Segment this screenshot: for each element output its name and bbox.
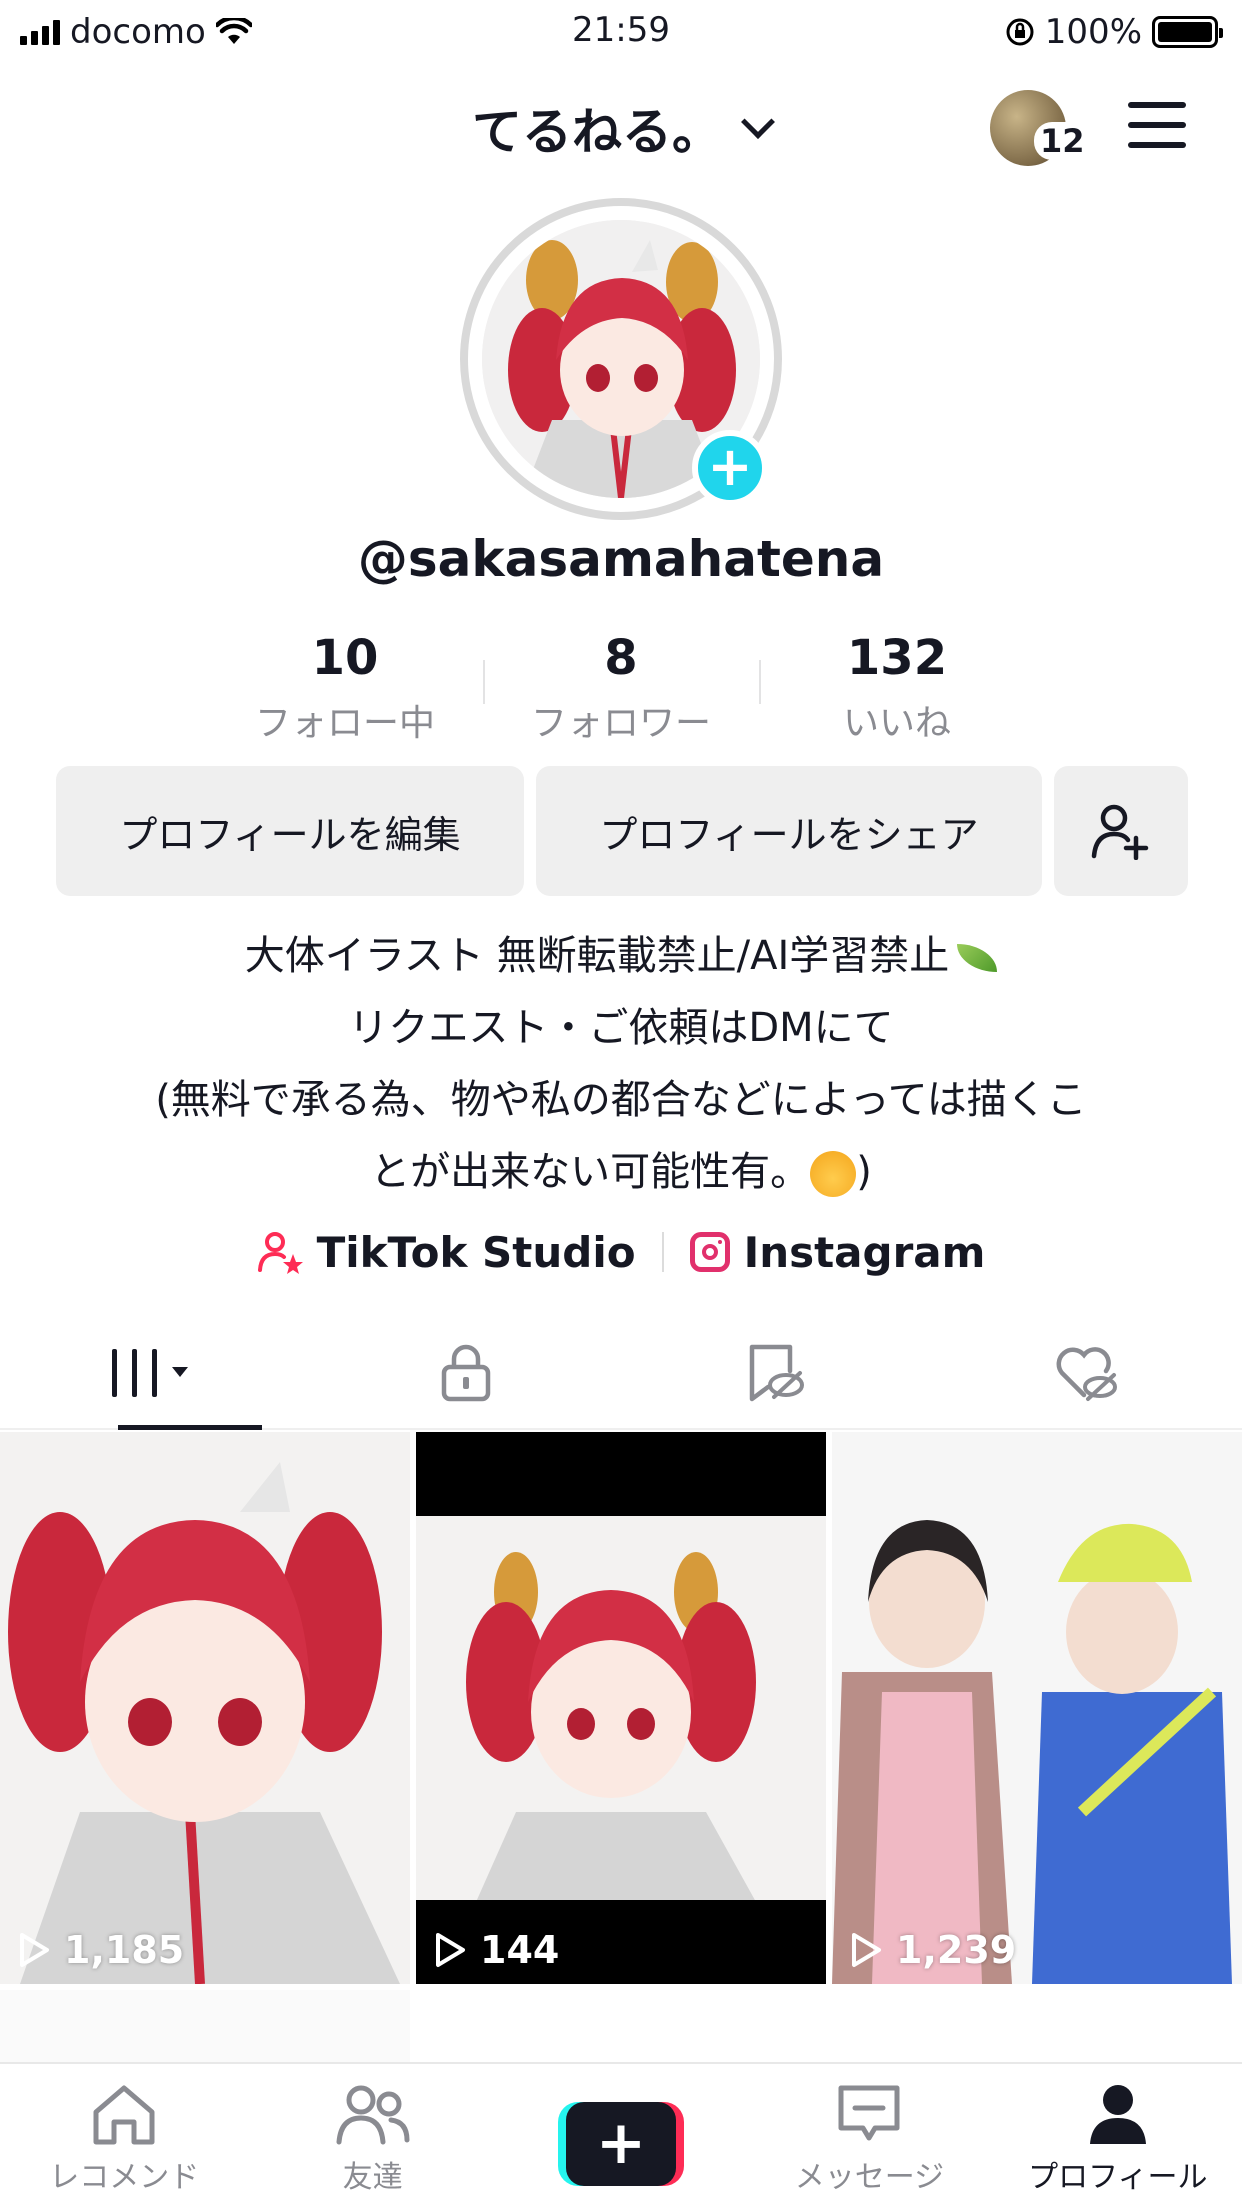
play-icon	[852, 1933, 881, 1967]
nav-profile-label: プロフィール	[1028, 2160, 1208, 2195]
profile-stats: 10 フォロー中 8 フォロワー 132 いいね	[207, 630, 1035, 744]
leaf-emoji-icon	[957, 944, 998, 972]
play-icon	[20, 1933, 49, 1967]
nav-create[interactable]: +	[497, 2064, 745, 2208]
view-count: 1,185	[18, 1928, 184, 1972]
bio-line-1: 大体イラスト 無断転載禁止/AI学習禁止	[60, 920, 1182, 992]
person-star-icon	[257, 1232, 303, 1274]
username: @sakasamahatena	[357, 530, 885, 588]
video-thumbnail-1-art	[0, 1432, 410, 1984]
profile-bio: 大体イラスト 無断転載禁止/AI学習禁止 リクエスト・ご依頼はDMにて (無料で…	[60, 920, 1182, 1208]
tab-private[interactable]	[311, 1318, 622, 1428]
bowing-person-emoji-icon	[810, 1151, 857, 1197]
profile-header: てるねる。 12	[0, 70, 1242, 180]
view-count-label: 1,239	[896, 1928, 1017, 1972]
stat-following[interactable]: 10 フォロー中	[207, 630, 483, 744]
stat-followers-count: 8	[604, 630, 638, 686]
nav-friends-label: 友達	[342, 2160, 403, 2195]
bio-text-1: 大体イラスト 無断転載禁止/AI学習禁止	[244, 933, 950, 979]
video-thumbnail[interactable]: 1,239	[832, 1432, 1242, 1984]
status-right: 100%	[1005, 12, 1223, 52]
add-friend-button[interactable]	[1054, 766, 1188, 896]
video-thumbnail-partial[interactable]	[0, 1990, 410, 2062]
orientation-lock-icon	[1006, 18, 1034, 46]
profile-icon	[1089, 2085, 1146, 2144]
profile-links: TikTok Studio Instagram	[0, 1222, 1242, 1282]
instagram-label: Instagram	[743, 1227, 986, 1277]
nav-messages-label: メッセージ	[794, 2160, 945, 2195]
battery-icon	[1152, 16, 1223, 48]
chevron-down-icon	[741, 105, 775, 139]
video-thumbnail[interactable]: 144	[416, 1432, 826, 1984]
profile-tabs	[0, 1318, 1242, 1430]
add-avatar-button[interactable]: +	[692, 430, 768, 506]
bio-text-4: とが出来ない可能性有。	[370, 1149, 811, 1195]
stat-likes-label: いいね	[842, 703, 951, 744]
link-divider	[661, 1232, 664, 1272]
status-bar: docomo 21:59 100%	[0, 0, 1242, 64]
nav-messages[interactable]: メッセージ	[745, 2064, 993, 2208]
letterbox-top	[416, 1432, 826, 1516]
add-person-icon	[1091, 804, 1149, 860]
bottom-nav: レコメンド 友達 + メッセージ プロフィール	[0, 2062, 1242, 2208]
tiktok-studio-label: TikTok Studio	[316, 1227, 636, 1277]
edit-profile-button[interactable]: プロフィールを編集	[56, 766, 524, 896]
hidden-icon	[750, 1344, 805, 1402]
message-icon	[838, 2085, 900, 2141]
nav-home-label: レコメンド	[49, 2160, 200, 2195]
nav-profile[interactable]: プロフィール	[994, 2064, 1242, 2208]
grid-icon	[112, 1349, 189, 1397]
nav-home[interactable]: レコメンド	[0, 2064, 248, 2208]
play-icon	[436, 1933, 465, 1967]
stat-followers-label: フォロワー	[530, 703, 711, 744]
view-count: 1,239	[850, 1928, 1016, 1972]
stat-followers[interactable]: 8 フォロワー	[483, 630, 759, 744]
tab-videos[interactable]	[0, 1318, 311, 1430]
bio-tail: )	[856, 1149, 872, 1195]
menu-icon[interactable]	[1128, 102, 1186, 148]
notification-badge: 12	[1034, 122, 1091, 160]
stat-likes[interactable]: 132 いいね	[759, 630, 1035, 744]
share-profile-button[interactable]: プロフィールをシェア	[536, 766, 1042, 896]
view-count-label: 1,185	[64, 1928, 185, 1972]
stat-likes-count: 132	[846, 630, 948, 686]
video-thumbnail[interactable]: 1,185	[0, 1432, 410, 1984]
tab-liked[interactable]	[932, 1318, 1242, 1428]
stat-following-count: 10	[311, 630, 379, 686]
header-title: てるねる。	[472, 103, 722, 161]
home-icon	[93, 2085, 155, 2145]
bio-line-4: とが出来ない可能性有。)	[60, 1136, 1182, 1208]
bio-line-3: (無料で承る為、物や私の都合などによっては描くこ	[155, 1077, 1087, 1123]
view-count: 144	[434, 1928, 559, 1972]
video-thumbnail-3-art	[832, 1432, 1242, 1984]
tiktok-studio-link[interactable]: TikTok Studio	[257, 1228, 636, 1277]
instagram-link[interactable]: Instagram	[689, 1227, 986, 1277]
view-count-label: 144	[480, 1928, 560, 1972]
battery-label: 100%	[1044, 12, 1142, 52]
tab-hidden[interactable]	[621, 1318, 932, 1428]
lock-icon	[441, 1344, 490, 1402]
instagram-icon	[689, 1232, 730, 1272]
video-grid: 1,185 144 1,239	[0, 1432, 1242, 1984]
stat-following-label: フォロー中	[254, 703, 435, 744]
plus-icon: +	[566, 2102, 677, 2186]
create-button[interactable]: +	[558, 2102, 685, 2186]
heart-hidden-icon	[1056, 1347, 1117, 1401]
friends-icon	[336, 2085, 410, 2145]
nav-friends[interactable]: 友達	[248, 2064, 496, 2208]
bio-line-2: リクエスト・ご依頼はDMにて	[348, 1005, 894, 1051]
